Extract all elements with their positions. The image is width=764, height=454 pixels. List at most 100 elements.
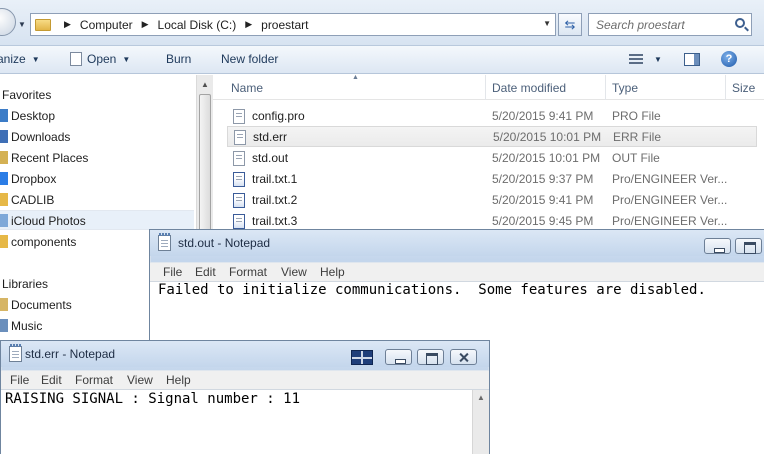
scroll-up-icon[interactable]: ▲: [477, 393, 485, 402]
column-divider[interactable]: [605, 75, 606, 100]
nav-item-recent-places[interactable]: Recent Places: [0, 148, 194, 168]
refresh-button[interactable]: ⇆: [558, 13, 582, 36]
breadcrumb-separator[interactable]: ▶: [64, 19, 71, 30]
breadcrumb-local-disk[interactable]: Local Disk (C:): [158, 18, 237, 32]
breadcrumb-separator[interactable]: ▶: [142, 19, 149, 30]
documents-icon: [0, 298, 8, 311]
file-row[interactable]: std.out 5/20/2015 10:01 PM OUT File: [227, 148, 757, 169]
preview-pane-icon[interactable]: [684, 53, 700, 66]
file-name: trail.txt.2: [252, 193, 298, 207]
nav-item-desktop[interactable]: Desktop: [0, 106, 194, 126]
address-bar[interactable]: ▶ Computer ▶ Local Disk (C:) ▶ proestart…: [30, 13, 556, 36]
open-menu[interactable]: Open ▼: [70, 52, 130, 66]
search-icon[interactable]: [735, 18, 745, 28]
recent-pages-dropdown[interactable]: ▼: [18, 20, 26, 29]
file-date: 5/20/2015 10:01 PM: [492, 151, 601, 165]
file-type: ERR File: [613, 130, 662, 144]
window-title: std.out - Notepad: [178, 236, 271, 250]
column-divider[interactable]: [485, 75, 486, 100]
scroll-up-icon[interactable]: ▲: [201, 80, 209, 89]
column-name[interactable]: Name: [231, 81, 263, 95]
menu-help[interactable]: Help: [166, 373, 191, 387]
file-date: 5/20/2015 9:41 PM: [492, 193, 594, 207]
nav-item-downloads[interactable]: Downloads: [0, 127, 194, 147]
breadcrumb-proestart[interactable]: proestart: [261, 18, 308, 32]
menu-edit[interactable]: Edit: [41, 373, 62, 387]
nav-item-icloud-photos[interactable]: iCloud Photos: [0, 210, 194, 230]
maximize-button[interactable]: [735, 238, 762, 254]
vertical-scrollbar[interactable]: ▲: [472, 390, 489, 454]
file-icon: [70, 52, 82, 66]
nav-label: components: [11, 235, 77, 249]
maximize-button[interactable]: [417, 349, 444, 365]
trail-file-icon: [233, 172, 245, 187]
menu-file[interactable]: File: [163, 265, 182, 279]
sort-ascending-icon: ▲: [352, 74, 359, 81]
remote-display-icon[interactable]: [351, 350, 373, 365]
nav-label: Favorites: [2, 88, 52, 102]
chevron-down-icon: ▼: [31, 55, 40, 64]
downloads-icon: [0, 130, 8, 143]
scrollbar-thumb[interactable]: [199, 94, 211, 234]
column-size[interactable]: Size: [732, 81, 755, 95]
title-bar[interactable]: std.err - Notepad: [1, 341, 489, 367]
file-name: std.out: [252, 151, 289, 165]
text-editor[interactable]: RAISING SIGNAL : Signal number : 11 ▲: [1, 389, 489, 454]
minimize-button[interactable]: [385, 349, 412, 365]
icloud-icon: [0, 214, 8, 227]
file-row[interactable]: std.err 5/20/2015 10:01 PM ERR File: [227, 126, 757, 147]
search-input[interactable]: [589, 14, 729, 35]
file-type: Pro/ENGINEER Ver...: [612, 172, 728, 186]
minimize-button[interactable]: [704, 238, 731, 254]
breadcrumb-separator[interactable]: ▶: [245, 19, 252, 30]
file-row[interactable]: trail.txt.1 5/20/2015 9:37 PM Pro/ENGINEER…: [227, 169, 757, 190]
file-type: PRO File: [612, 109, 661, 123]
trail-file-icon: [233, 214, 245, 229]
file-icon: [233, 151, 245, 166]
file-row[interactable]: trail.txt.2 5/20/2015 9:41 PM Pro/ENGINEER…: [227, 190, 757, 211]
new-folder-button[interactable]: New folder: [221, 52, 278, 66]
view-options-icon[interactable]: [629, 54, 643, 65]
menu-format[interactable]: Format: [75, 373, 113, 387]
nav-favorites-header[interactable]: Favorites: [0, 85, 194, 105]
back-button[interactable]: [0, 8, 16, 36]
file-row[interactable]: config.pro 5/20/2015 9:41 PM PRO File: [227, 106, 757, 127]
column-divider[interactable]: [725, 75, 726, 100]
file-icon: [233, 109, 245, 124]
file-name: trail.txt.1: [252, 172, 298, 186]
menu-edit[interactable]: Edit: [195, 265, 216, 279]
chevron-down-icon: ▼: [122, 55, 131, 64]
window-title: std.err - Notepad: [25, 347, 116, 361]
search-box[interactable]: [588, 13, 752, 36]
organize-menu[interactable]: anize ▼: [0, 52, 40, 66]
burn-button[interactable]: Burn: [166, 52, 191, 66]
column-date-modified[interactable]: Date modified: [492, 81, 566, 95]
title-bar[interactable]: std.out - Notepad: [150, 230, 764, 256]
nav-item-dropbox[interactable]: Dropbox: [0, 169, 194, 189]
file-type: OUT File: [612, 151, 660, 165]
menu-bar: File Edit Format View Help: [1, 370, 489, 389]
menu-view[interactable]: View: [281, 265, 307, 279]
menu-file[interactable]: File: [10, 373, 29, 387]
notepad-icon: [9, 344, 22, 362]
recent-places-icon: [0, 151, 8, 164]
desktop-icon: [0, 109, 8, 122]
close-button[interactable]: [450, 349, 477, 365]
address-dropdown-icon[interactable]: ▼: [543, 19, 551, 28]
menu-format[interactable]: Format: [229, 265, 267, 279]
nav-label: Downloads: [11, 130, 71, 144]
nav-item-cadlib[interactable]: CADLIB: [0, 190, 194, 210]
dropbox-icon: [0, 172, 8, 185]
nav-label: Recent Places: [11, 151, 89, 165]
file-name: std.err: [253, 130, 288, 144]
help-icon[interactable]: ?: [721, 51, 737, 67]
file-type: Pro/ENGINEER Ver...: [612, 193, 728, 207]
column-type[interactable]: Type: [612, 81, 638, 95]
nav-label: Music: [11, 319, 43, 333]
notepad-window-std-err[interactable]: std.err - Notepad File Edit Format View …: [0, 340, 490, 454]
menu-help[interactable]: Help: [320, 265, 345, 279]
breadcrumb-computer[interactable]: Computer: [80, 18, 133, 32]
view-dropdown-icon[interactable]: ▼: [654, 52, 662, 66]
file-date: 5/20/2015 10:01 PM: [493, 130, 602, 144]
menu-view[interactable]: View: [127, 373, 153, 387]
